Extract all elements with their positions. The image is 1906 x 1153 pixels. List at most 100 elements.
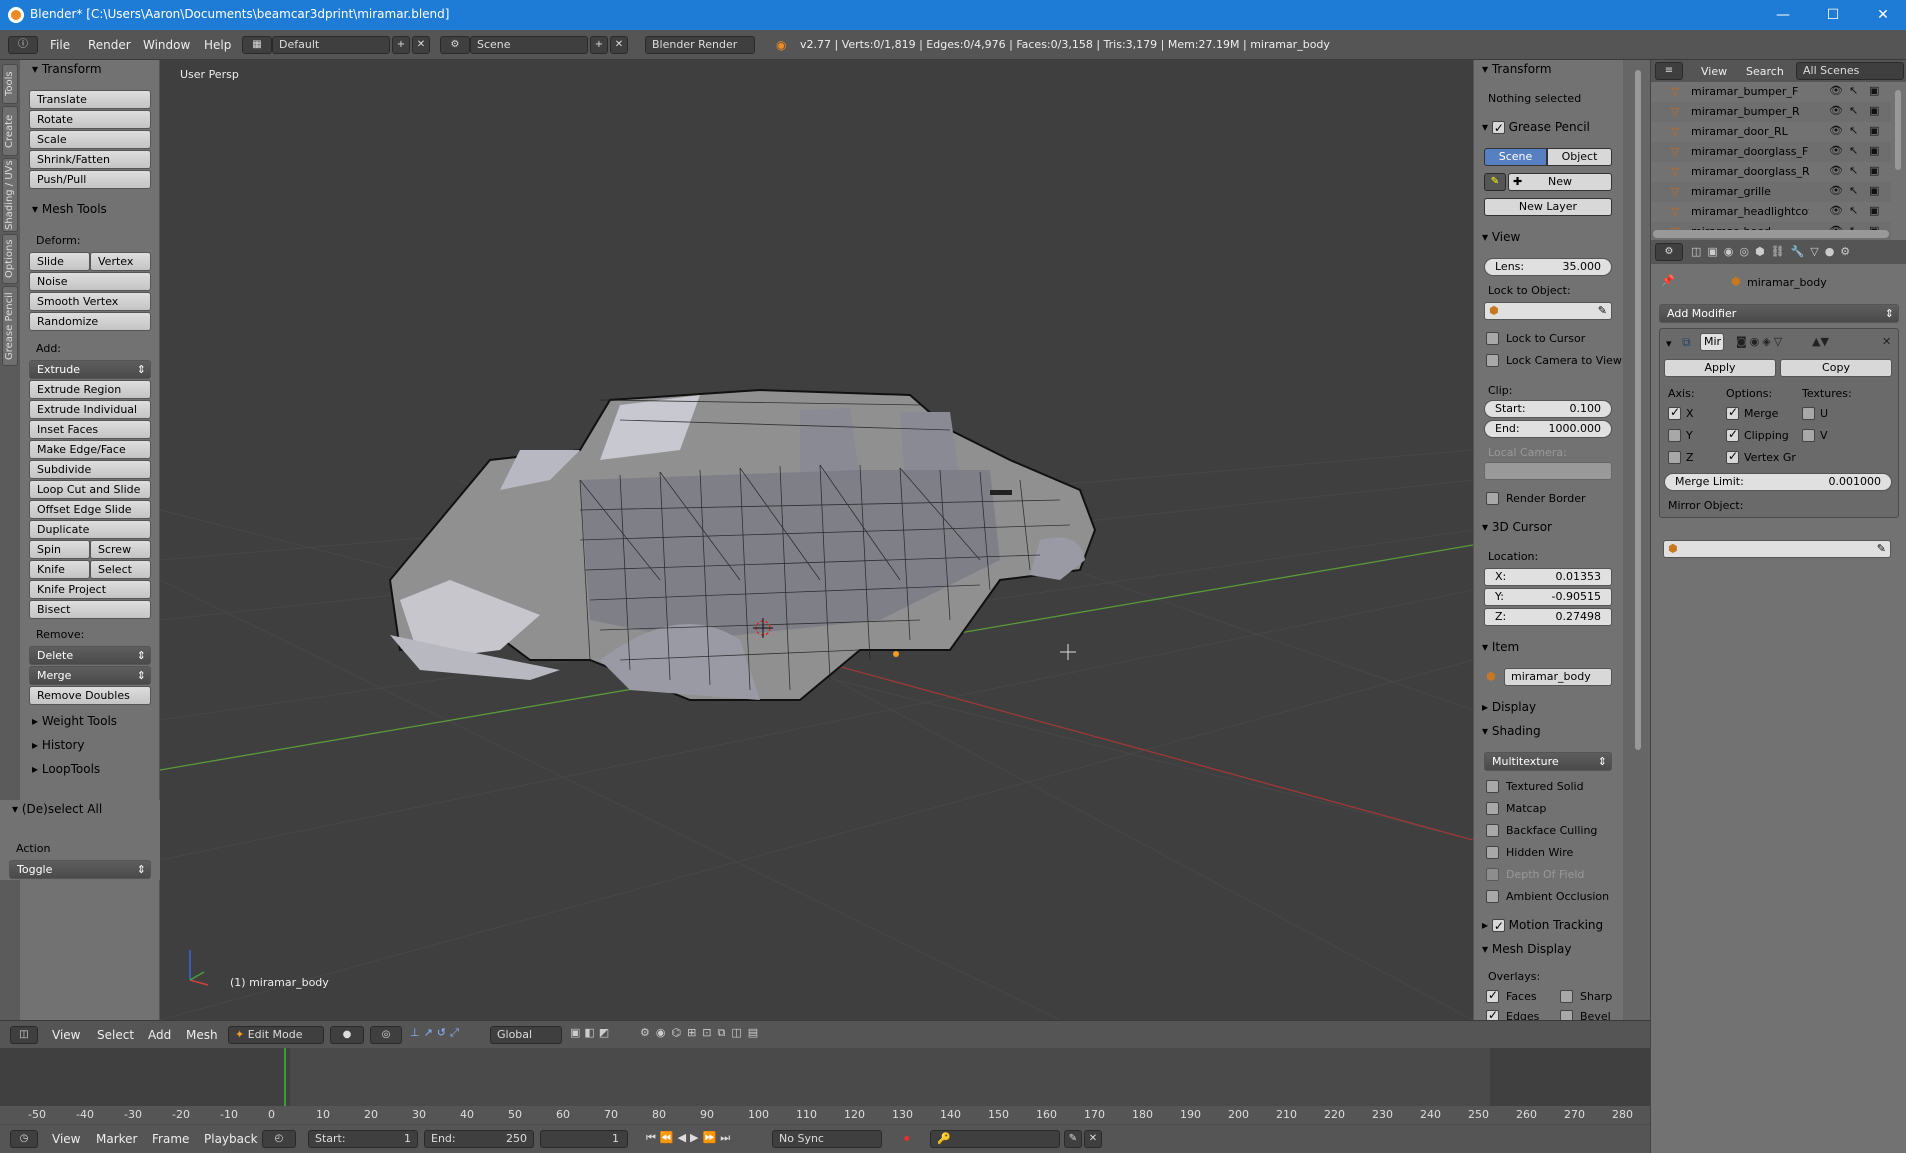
axis-y-checkbox[interactable] [1668,429,1681,442]
info-editor-icon[interactable]: ⓘ [8,36,38,54]
randomize-button[interactable]: Randomize [29,312,151,331]
view-panel-header[interactable]: ▾ View [1482,228,1520,246]
texture-v-checkbox[interactable] [1802,429,1815,442]
shading-panel-header[interactable]: ▾ Shading [1482,722,1541,740]
delete-keyframe-icon[interactable]: ✕ [1084,1130,1102,1148]
extrude-dropdown[interactable]: Extrude ⇕ [29,360,151,379]
add-layout-icon[interactable]: + [392,36,410,54]
tl-menu-frame[interactable]: Frame [152,1132,189,1146]
gp-new-button[interactable]: ✚ New [1508,173,1612,191]
render-camera-icon[interactable]: ▣ [1869,124,1879,137]
add-scene-icon[interactable]: + [590,36,608,54]
modifier-name-field[interactable]: Mir [1700,333,1724,351]
tab-tools[interactable]: Tools [2,64,18,104]
mesh-tools-panel-header[interactable]: ▾ Mesh Tools [32,200,107,218]
current-frame-field[interactable]: 1 [540,1130,628,1148]
modifier-display-toggles[interactable]: ◙◉◈▽ [1736,335,1785,348]
preview-range-icon[interactable]: ◴ [262,1130,296,1148]
cursor-y-field[interactable]: Y: -0.90515 [1484,588,1612,606]
visibility-eye-icon[interactable]: 👁 [1829,104,1843,117]
edges-checkbox[interactable] [1486,1008,1499,1020]
select-cursor-icon[interactable]: ↖ [1849,144,1858,157]
maximize-button[interactable]: ☐ [1810,0,1856,30]
gp-pencil-icon[interactable]: ✎ [1484,173,1506,191]
spin-button[interactable]: Spin [29,540,90,559]
backface-culling-checkbox[interactable] [1486,824,1499,837]
lens-field[interactable]: Lens: 35.000 [1484,258,1612,276]
pin-icon[interactable]: 📌 [1661,274,1675,287]
end-frame-field[interactable]: End: 250 [424,1130,534,1148]
lock-camera-checkbox[interactable] [1486,354,1499,367]
visibility-eye-icon[interactable]: 👁 [1829,84,1843,97]
noise-button[interactable]: Noise [29,272,151,291]
outliner-row[interactable]: ▽ miramar_bumper_F 👁 ↖ ▣ [1651,82,1891,102]
loop-cut-button[interactable]: Loop Cut and Slide [29,480,151,499]
deselect-all-header[interactable]: ▾ (De)select All [12,800,102,818]
tab-grease-pencil[interactable]: Grease Pencil [2,286,18,366]
remove-doubles-button[interactable]: Remove Doubles [29,686,151,705]
menu-render[interactable]: Render [88,38,131,52]
modifier-collapse-icon[interactable]: ▾ [1666,337,1672,350]
select-cursor-icon[interactable]: ↖ [1849,84,1858,97]
action-dropdown[interactable]: Toggle ⇕ [9,860,151,879]
select-cursor-icon[interactable]: ↖ [1849,124,1858,137]
select-cursor-icon[interactable]: ↖ [1849,184,1858,197]
motion-tracking-header[interactable]: ▸ Motion Tracking [1482,916,1603,935]
menu-help[interactable]: Help [204,38,231,52]
mirror-object-field[interactable]: ⬢ ✎ [1663,540,1891,558]
smooth-vertex-button[interactable]: Smooth Vertex [29,292,151,311]
vp-menu-select[interactable]: Select [97,1028,134,1042]
merge-checkbox[interactable] [1726,405,1739,420]
outliner-view-menu[interactable]: View [1701,65,1727,78]
timeline[interactable]: -50 -40 -30 -20 -10 0 10 20 30 40 50 60 70 80 90 100 110… [0,1048,1650,1125]
scale-button[interactable]: Scale [29,130,151,149]
3d-cursor-header[interactable]: ▾ 3D Cursor [1482,518,1552,536]
looptools-panel-header[interactable]: ▸ LoopTools [32,760,100,778]
tab-shading-uvs[interactable]: Shading / UVs [2,158,18,232]
tab-options[interactable]: Options [2,234,18,284]
clip-end-field[interactable]: End: 1000.000 [1484,420,1612,438]
make-edge-face-button[interactable]: Make Edge/Face [29,440,151,459]
select-cursor-icon[interactable]: ↖ [1849,164,1858,177]
outliner-hscroll[interactable] [1653,230,1889,238]
lock-object-field[interactable]: ⬢ ✎ [1484,302,1612,320]
visibility-eye-icon[interactable]: 👁 [1829,124,1843,137]
render-border-checkbox[interactable] [1486,492,1499,505]
outliner-editor-icon[interactable]: ≡ [1655,62,1683,80]
vp-menu-mesh[interactable]: Mesh [186,1028,218,1042]
playback-controls[interactable]: ⏮⏪◀▶⏩⏭ [646,1131,734,1145]
shrink-fatten-button[interactable]: Shrink/Fatten [29,150,151,169]
knife-button[interactable]: Knife [29,560,90,579]
outliner-row[interactable]: ▽ miramar_grille 👁 ↖ ▣ [1651,182,1891,202]
sync-mode-select[interactable]: No Sync [772,1130,882,1148]
render-engine-select[interactable]: Blender Render [645,36,755,54]
current-frame-marker[interactable] [284,1048,286,1110]
keying-set-field[interactable]: 🔑 [930,1130,1060,1148]
transform-orientation-select[interactable]: Global [490,1026,562,1044]
tl-menu-marker[interactable]: Marker [96,1132,137,1146]
history-panel-header[interactable]: ▸ History [32,736,85,754]
snap-proportional-icons[interactable]: ⚙◉⌬⊞⊡⧉◫▤ [640,1026,840,1044]
mesh-display-header[interactable]: ▾ Mesh Display [1482,940,1571,958]
visibility-eye-icon[interactable]: 👁 [1829,204,1843,217]
slide-vertex-button[interactable]: Vertex [90,252,151,271]
clip-start-field[interactable]: Start: 0.100 [1484,400,1612,418]
new-layer-button[interactable]: New Layer [1484,198,1612,216]
scene-field[interactable]: Scene [470,36,588,54]
apply-button[interactable]: Apply [1664,359,1776,377]
extrude-individual-button[interactable]: Extrude Individual [29,400,151,419]
tl-menu-view[interactable]: View [52,1132,80,1146]
record-button[interactable]: ⏺ [904,1132,910,1146]
select-cursor-icon[interactable]: ↖ [1849,204,1858,217]
close-button[interactable]: ✕ [1860,0,1906,30]
outliner-search-menu[interactable]: Search [1746,65,1784,78]
viewport-shading-icon[interactable]: ● [330,1026,364,1044]
copy-button[interactable]: Copy [1780,359,1892,377]
cursor-z-field[interactable]: Z: 0.27498 [1484,608,1612,626]
render-camera-icon[interactable]: ▣ [1869,84,1879,97]
push-pull-button[interactable]: Push/Pull [29,170,151,189]
move-up-icon[interactable]: ▲▼ [1812,335,1829,348]
ao-checkbox[interactable] [1486,890,1499,903]
matcap-checkbox[interactable] [1486,802,1499,815]
rotate-button[interactable]: Rotate [29,110,151,129]
